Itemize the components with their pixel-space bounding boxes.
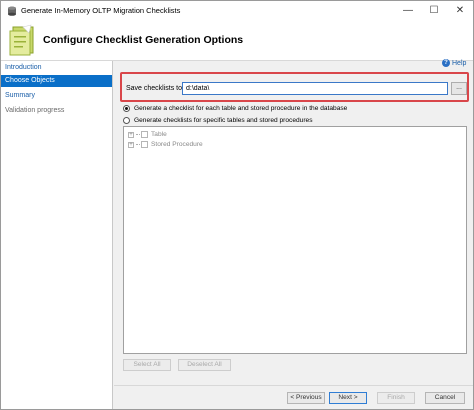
title-bar: Generate In-Memory OLTP Migration Checkl… <box>1 1 473 21</box>
footer-divider <box>114 385 473 386</box>
expand-icon[interactable]: + <box>128 141 134 148</box>
select-all-button[interactable]: Select All <box>123 359 171 371</box>
option-all-objects[interactable]: Generate a checklist for each table and … <box>123 103 347 113</box>
radio-all-objects[interactable] <box>123 104 130 112</box>
tree-checkbox-table[interactable] <box>141 131 148 138</box>
nav-item-introduction[interactable]: Introduction <box>1 62 112 74</box>
option-specific-objects-label: Generate checklists for specific tables … <box>134 116 313 124</box>
window-title: Generate In-Memory OLTP Migration Checkl… <box>21 6 181 15</box>
tree-node-table[interactable]: + Table <box>128 130 167 139</box>
option-specific-objects[interactable]: Generate checklists for specific tables … <box>123 115 313 125</box>
nav-item-choose-objects[interactable]: Choose Objects <box>1 75 112 87</box>
previous-button[interactable]: < Previous <box>287 392 325 404</box>
tree-connector <box>136 134 140 135</box>
cancel-button[interactable]: Cancel <box>425 392 465 404</box>
wizard-step-nav: Introduction Choose Objects Summary Vali… <box>1 61 113 409</box>
close-button[interactable]: ✕ <box>447 1 473 21</box>
minimize-button[interactable]: — <box>395 1 421 21</box>
browse-button[interactable]: ... <box>451 82 467 95</box>
expand-icon[interactable]: + <box>128 131 134 138</box>
database-app-icon <box>8 6 16 16</box>
page-title: Configure Checklist Generation Options <box>43 34 244 46</box>
tree-checkbox-stored-procedure[interactable] <box>141 141 148 148</box>
option-all-objects-label: Generate a checklist for each table and … <box>134 104 348 112</box>
page-header: Configure Checklist Generation Options <box>1 21 473 61</box>
finish-button[interactable]: Finish <box>377 392 415 404</box>
help-label: Help <box>452 59 467 67</box>
nav-item-summary[interactable]: Summary <box>1 90 112 102</box>
object-tree: + Table + Stored Procedure <box>123 126 467 354</box>
save-path-input[interactable] <box>182 82 448 95</box>
tree-label-stored-procedure: Stored Procedure <box>151 141 203 148</box>
wizard-window: Generate In-Memory OLTP Migration Checkl… <box>0 0 474 410</box>
tree-connector <box>136 144 140 145</box>
tree-node-stored-procedure[interactable]: + Stored Procedure <box>128 140 203 149</box>
help-link[interactable]: ? Help <box>442 59 466 67</box>
help-icon: ? <box>442 59 450 67</box>
checklist-wizard-icon <box>9 24 34 56</box>
nav-item-validation-progress: Validation progress <box>5 107 65 114</box>
maximize-button[interactable]: ☐ <box>421 1 447 21</box>
radio-specific-objects[interactable] <box>123 116 130 124</box>
save-location-group: Save checklists to: ... <box>120 72 469 102</box>
deselect-all-button[interactable]: Deselect All <box>178 359 231 371</box>
next-button[interactable]: Next > <box>329 392 367 404</box>
save-checklists-label: Save checklists to: <box>126 85 184 92</box>
tree-label-table: Table <box>151 131 167 138</box>
